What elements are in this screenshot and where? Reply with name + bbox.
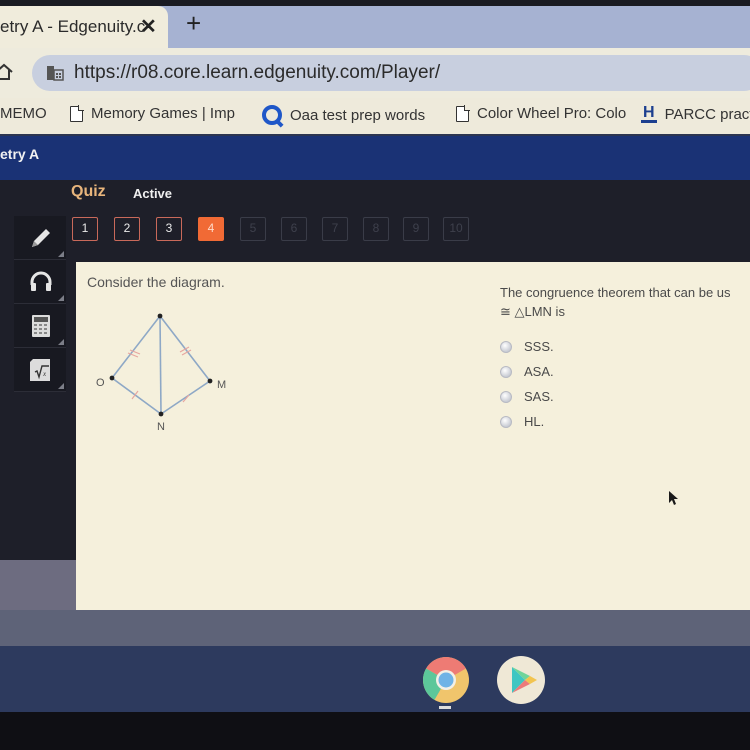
pencil-icon — [32, 229, 50, 247]
course-title: etry A — [0, 146, 40, 162]
kite-diagram: L O M N — [96, 306, 226, 433]
label-n: N — [157, 421, 165, 433]
bookmark-parcc[interactable]: H PARCC practi — [641, 105, 750, 123]
audio-tool-button[interactable] — [14, 260, 66, 304]
question-10-button: 10 — [443, 217, 469, 241]
segment-lm — [159, 315, 211, 382]
segment-ln — [159, 315, 162, 415]
option-label: HL. — [524, 414, 545, 429]
point-n — [158, 411, 164, 417]
option-label: SSS. — [524, 339, 554, 354]
screen-bezel — [0, 712, 750, 750]
question-text: The congruence theorem that can be us ≅ … — [500, 283, 731, 321]
bookmark-label: Memory Games | Imp — [91, 105, 235, 122]
bookmark-memory-games[interactable]: Memory Games | Imp — [70, 105, 235, 122]
bookmark-label: PARCC practi — [664, 105, 750, 123]
question-6-button: 6 — [281, 217, 307, 241]
site-info-icon[interactable] — [46, 65, 64, 81]
browser-toolbar: https://r08.core.learn.edgenuity.com/Pla… — [0, 48, 750, 98]
bookmark-memo[interactable]: MEMO — [0, 105, 47, 122]
question-line-2: ≅ △LMN is — [500, 304, 565, 319]
question-5-button: 5 — [240, 217, 266, 241]
point-m — [207, 378, 213, 384]
screen: etry A - Edgenuity.c ✕ + https://r08.cor… — [0, 0, 750, 750]
label-l: L — [156, 306, 162, 308]
calculator-icon — [32, 315, 50, 337]
bookmark-oaa-test-prep[interactable]: Oaa test prep words — [262, 105, 425, 125]
point-l — [157, 313, 163, 319]
tab-strip: etry A - Edgenuity.c ✕ + — [0, 0, 750, 48]
bookmark-label: Oaa test prep words — [290, 106, 426, 124]
running-app-indicator — [439, 706, 451, 709]
bookmark-color-wheel[interactable]: Color Wheel Pro: Colo — [456, 105, 626, 122]
address-bar[interactable]: https://r08.core.learn.edgenuity.com/Pla… — [32, 55, 750, 91]
os-shelf — [0, 646, 750, 712]
calculator-tool-button[interactable] — [14, 304, 66, 348]
option-label: SAS. — [524, 389, 554, 404]
bookmark-label: Color Wheel Pro: Colo — [477, 105, 627, 122]
formula-tool-button[interactable]: x — [14, 348, 66, 392]
option-sss[interactable]: SSS. — [500, 334, 554, 359]
point-o — [109, 375, 115, 381]
chrome-icon[interactable] — [422, 656, 470, 704]
pencil-tool-button[interactable] — [14, 216, 66, 260]
question-prompt: Consider the diagram. — [87, 274, 225, 290]
question-2-button[interactable]: 2 — [114, 217, 140, 241]
question-3-button[interactable]: 3 — [156, 217, 182, 241]
course-header: etry A — [0, 136, 750, 180]
url-text: https://r08.core.learn.edgenuity.com/Pla… — [74, 62, 441, 83]
radio-button[interactable] — [500, 415, 512, 428]
segment-lo — [111, 315, 161, 379]
headphones-icon — [30, 271, 52, 291]
answer-options: SSS. ASA. SAS. HL. — [500, 334, 554, 434]
segment-mn — [160, 380, 211, 415]
label-o: O — [96, 377, 105, 389]
bookmark-label: MEMO — [0, 105, 47, 122]
question-4-button[interactable]: 4 — [198, 217, 224, 241]
quizlet-icon — [262, 105, 282, 125]
radio-button[interactable] — [500, 340, 512, 353]
left-gutter — [0, 560, 76, 610]
option-asa[interactable]: ASA. — [500, 359, 554, 384]
document-icon — [456, 105, 470, 122]
question-7-button: 7 — [322, 217, 348, 241]
label-m: M — [217, 379, 226, 391]
option-sas[interactable]: SAS. — [500, 384, 554, 409]
question-1-button[interactable]: 1 — [72, 217, 98, 241]
quiz-player: Quiz Active 1 2 3 4 5 6 7 8 9 10 x Consi… — [0, 180, 750, 610]
option-label: ASA. — [524, 364, 554, 379]
formula-sheet-icon: x — [30, 359, 50, 381]
congruence-marks — [127, 346, 192, 403]
document-icon — [70, 105, 84, 122]
h-logo-icon: H — [641, 104, 657, 123]
bookmarks-bar: MEMO Memory Games | Imp Oaa test prep wo… — [0, 98, 750, 136]
option-hl[interactable]: HL. — [500, 409, 554, 434]
browser-tab[interactable]: etry A - Edgenuity.c ✕ — [0, 6, 168, 48]
home-icon[interactable] — [0, 62, 14, 82]
quiz-status: Active — [133, 186, 173, 201]
question-line-1: The congruence theorem that can be us — [500, 285, 731, 300]
question-9-button: 9 — [403, 217, 429, 241]
question-8-button: 8 — [363, 217, 389, 241]
page-footer-strip — [0, 610, 750, 646]
play-store-icon[interactable] — [497, 656, 545, 704]
mouse-cursor-icon — [669, 491, 678, 505]
segment-on — [111, 377, 162, 415]
radio-button[interactable] — [500, 390, 512, 403]
close-tab-icon[interactable]: ✕ — [140, 14, 157, 39]
new-tab-button[interactable]: + — [186, 10, 201, 36]
quiz-label: Quiz — [71, 183, 106, 200]
play-triangle-icon — [512, 667, 537, 693]
radio-button[interactable] — [500, 365, 512, 378]
question-content: Consider the diagram. O M N The congruen… — [76, 262, 750, 610]
tab-title: etry A - Edgenuity.c — [0, 17, 146, 36]
